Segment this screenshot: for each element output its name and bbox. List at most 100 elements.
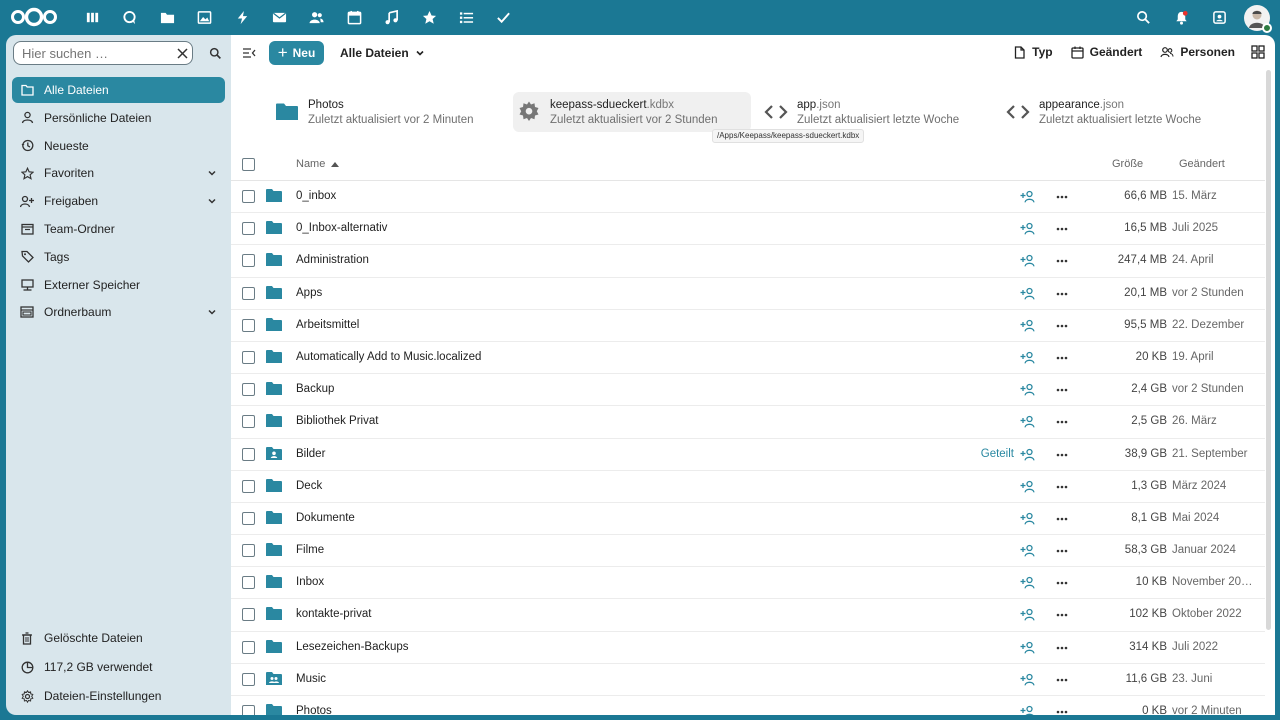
music-icon[interactable] — [379, 0, 404, 35]
share-icon[interactable] — [1020, 576, 1036, 590]
contacts-menu-icon[interactable] — [1200, 0, 1238, 35]
sidebar-item-externer-speicher[interactable]: Externer Speicher — [12, 272, 225, 298]
column-modified[interactable]: Geändert — [1179, 158, 1225, 170]
chevron-down-icon[interactable] — [207, 196, 217, 206]
more-actions-icon[interactable] — [1055, 448, 1069, 462]
chevron-down-icon[interactable] — [207, 307, 217, 317]
table-row[interactable]: 0_Inbox-alternativ 16,5 MB Juli 2025 — [231, 213, 1265, 246]
nextcloud-logo[interactable] — [10, 7, 58, 27]
row-checkbox[interactable] — [242, 350, 255, 364]
share-icon[interactable] — [1020, 254, 1036, 268]
share-icon[interactable] — [1020, 673, 1036, 687]
more-actions-icon[interactable] — [1055, 576, 1069, 590]
share-icon[interactable] — [1020, 319, 1036, 333]
tasks-icon[interactable] — [454, 0, 479, 35]
sidebar-item-team-ordner[interactable]: Team-Ordner — [12, 216, 225, 242]
filter-modified[interactable]: Geändert — [1070, 45, 1142, 59]
more-actions-icon[interactable] — [1055, 383, 1069, 397]
table-row[interactable]: Deck 1,3 GB März 2024 — [231, 471, 1265, 503]
search-input[interactable] — [13, 41, 193, 65]
row-checkbox[interactable] — [242, 447, 255, 461]
sidebar-item-ordnerbaum[interactable]: Ordnerbaum — [12, 299, 225, 325]
sidebar-item-117-2-gb-verwendet[interactable]: 117,2 GB verwendet — [12, 654, 225, 680]
row-checkbox[interactable] — [242, 576, 255, 590]
sidebar-item-tags[interactable]: Tags — [12, 244, 225, 270]
row-checkbox[interactable] — [242, 672, 255, 686]
scrollbar[interactable] — [1266, 70, 1271, 630]
sidebar-item-dateien-einstellungen[interactable]: Dateien-Einstellungen — [12, 683, 225, 709]
deck-icon[interactable] — [491, 0, 516, 35]
chevron-down-icon[interactable] — [207, 168, 217, 178]
recent-file-card[interactable]: appearance.json Zuletzt aktualisiert let… — [1002, 92, 1242, 132]
share-icon[interactable] — [1020, 415, 1036, 429]
share-icon[interactable] — [1020, 287, 1036, 301]
more-actions-icon[interactable] — [1055, 641, 1069, 655]
column-size[interactable]: Größe — [1112, 158, 1143, 170]
row-checkbox[interactable] — [242, 544, 255, 558]
share-icon[interactable] — [1020, 705, 1036, 715]
file-name[interactable]: Automatically Add to Music.localized — [296, 351, 481, 363]
file-name[interactable]: Apps — [296, 287, 322, 299]
row-checkbox[interactable] — [242, 479, 255, 493]
share-icon[interactable] — [1020, 351, 1036, 365]
share-icon[interactable] — [1020, 222, 1036, 236]
share-icon[interactable] — [1020, 608, 1036, 622]
table-row[interactable]: 0_inbox 66,6 MB 15. März — [231, 181, 1265, 214]
more-actions-icon[interactable] — [1055, 544, 1069, 558]
share-icon[interactable] — [1020, 544, 1036, 558]
calendar-icon[interactable] — [342, 0, 367, 35]
table-row[interactable]: Backup 2,4 GB vor 2 Stunden — [231, 374, 1265, 407]
table-row[interactable]: Dokumente 8,1 GB Mai 2024 — [231, 503, 1265, 536]
more-actions-icon[interactable] — [1055, 705, 1069, 715]
file-name[interactable]: 0_Inbox-alternativ — [296, 222, 387, 234]
recent-file-card[interactable]: Photos Zuletzt aktualisiert vor 2 Minute… — [271, 92, 493, 132]
file-name[interactable]: Deck — [296, 480, 322, 492]
file-name[interactable]: Bibliothek Privat — [296, 415, 378, 427]
table-row[interactable]: Automatically Add to Music.localized 20 … — [231, 342, 1265, 375]
sidebar-item-neueste[interactable]: Neueste — [12, 133, 225, 159]
avatar[interactable] — [1244, 4, 1272, 33]
talk-icon[interactable] — [117, 0, 142, 35]
photos-icon[interactable] — [192, 0, 217, 35]
bookmarks-icon[interactable] — [417, 0, 442, 35]
row-checkbox[interactable] — [242, 705, 255, 715]
file-name[interactable]: Filme — [296, 544, 324, 556]
more-actions-icon[interactable] — [1055, 319, 1069, 333]
sidebar-item-alle-dateien[interactable]: Alle Dateien — [12, 77, 225, 103]
filter-type[interactable]: Typ — [1013, 45, 1053, 59]
sidebar-item-persönliche-dateien[interactable]: Persönliche Dateien — [12, 105, 225, 131]
file-name[interactable]: kontakte-privat — [296, 608, 371, 620]
recent-file-card[interactable]: app.json Zuletzt aktualisiert letzte Woc… — [760, 92, 982, 132]
table-row[interactable]: Music 11,6 GB 23. Juni — [231, 664, 1265, 696]
table-row[interactable]: Filme 58,3 GB Januar 2024 — [231, 535, 1265, 568]
file-name[interactable]: Backup — [296, 383, 334, 395]
row-checkbox[interactable] — [242, 415, 255, 429]
grid-view-icon[interactable] — [1251, 45, 1265, 59]
table-row[interactable]: Apps 20,1 MB vor 2 Stunden — [231, 278, 1265, 310]
share-icon[interactable] — [1020, 383, 1036, 397]
table-row[interactable]: Inbox 10 KB November 20… — [231, 567, 1265, 600]
activity-icon[interactable] — [230, 0, 255, 35]
more-actions-icon[interactable] — [1055, 254, 1069, 268]
file-name[interactable]: Photos — [296, 705, 332, 715]
more-actions-icon[interactable] — [1055, 351, 1069, 365]
more-actions-icon[interactable] — [1055, 512, 1069, 526]
notifications-icon[interactable] — [1162, 0, 1200, 35]
file-name[interactable]: Arbeitsmittel — [296, 319, 359, 331]
more-actions-icon[interactable] — [1055, 287, 1069, 301]
column-name[interactable]: Name — [296, 158, 340, 170]
share-icon[interactable] — [1020, 448, 1036, 462]
sidebar-item-gelöschte-dateien[interactable]: Gelöschte Dateien — [12, 625, 225, 651]
row-checkbox[interactable] — [242, 608, 255, 622]
more-actions-icon[interactable] — [1055, 222, 1069, 236]
contacts-icon[interactable] — [304, 0, 329, 35]
search-icon[interactable] — [1124, 0, 1162, 35]
file-name[interactable]: Lesezeichen-Backups — [296, 641, 409, 653]
new-button[interactable]: + Neu — [269, 41, 324, 65]
close-icon[interactable] — [174, 45, 190, 61]
filter-people[interactable]: Personen — [1160, 45, 1235, 59]
more-actions-icon[interactable] — [1055, 190, 1069, 204]
sidebar-item-favoriten[interactable]: Favoriten — [12, 160, 225, 186]
share-icon[interactable] — [1020, 512, 1036, 526]
file-name[interactable]: Inbox — [296, 576, 324, 588]
